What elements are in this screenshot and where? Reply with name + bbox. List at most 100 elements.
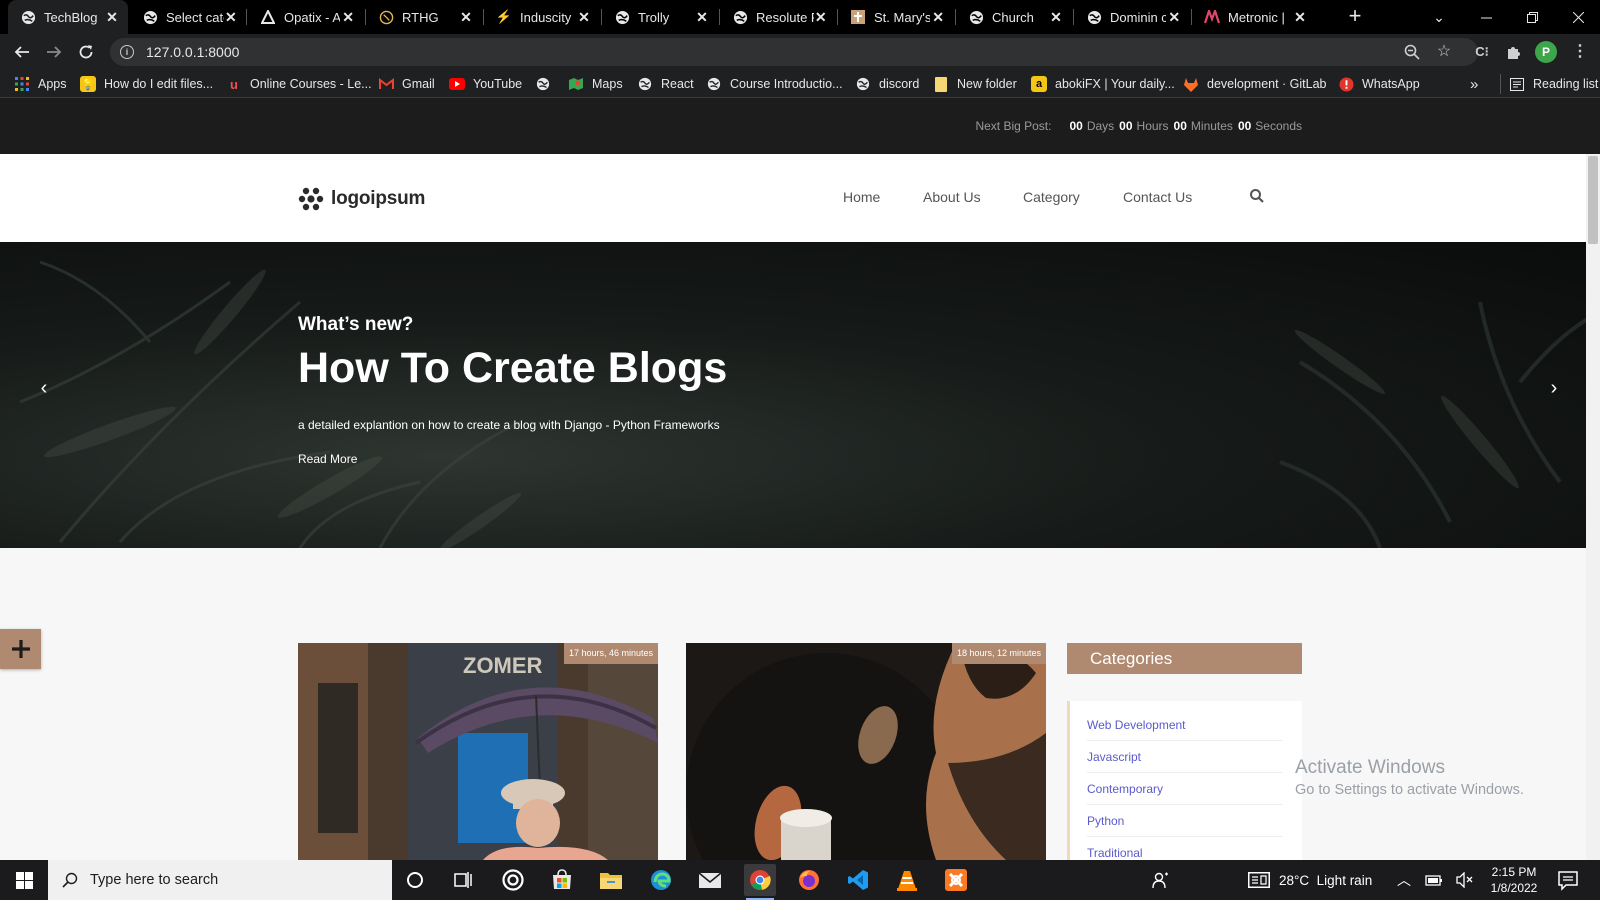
firefox-icon[interactable] <box>793 864 825 896</box>
extension-cs-icon[interactable]: C⁝ <box>1470 40 1494 64</box>
nav-contact-us[interactable]: Contact Us <box>1123 189 1192 205</box>
close-window-button[interactable] <box>1555 0 1600 34</box>
reload-icon[interactable] <box>74 40 98 64</box>
close-icon[interactable]: ✕ <box>814 9 828 26</box>
profile-avatar[interactable]: P <box>1535 41 1557 63</box>
bookmark-react[interactable]: React <box>637 74 694 94</box>
post-card[interactable]: ZOMER 17 hours, 46 minutes <box>298 643 658 860</box>
category-link[interactable]: Traditional <box>1087 837 1282 860</box>
nav-category[interactable]: Category <box>1023 189 1080 205</box>
site-logo[interactable]: logoipsum <box>298 186 425 212</box>
weather-widget[interactable]: 28°C Light rain <box>1248 860 1372 900</box>
tab-rthg[interactable]: RTHG ✕ <box>366 0 482 34</box>
close-icon[interactable]: ✕ <box>930 9 946 26</box>
taskbar-search-box[interactable]: Type here to search <box>48 860 392 900</box>
tab-techblog[interactable]: TechBlog ✕ <box>8 0 128 34</box>
bookmark-star-icon[interactable]: ☆ <box>1432 40 1456 64</box>
extensions-puzzle-icon[interactable] <box>1502 40 1526 64</box>
menu-kebab-icon[interactable]: ⋮ <box>1568 40 1592 64</box>
tab-title: Select cate <box>166 9 224 25</box>
task-view-icon[interactable] <box>448 864 480 896</box>
mail-icon[interactable] <box>694 864 726 896</box>
file-explorer-icon[interactable] <box>595 864 627 896</box>
edge-icon[interactable] <box>645 864 677 896</box>
category-link[interactable]: Web Development <box>1087 709 1282 741</box>
tab-opatix[interactable]: Opatix - A ✕ <box>248 0 364 34</box>
chevron-up-icon[interactable]: ︿ <box>1397 860 1411 900</box>
zoom-icon[interactable] <box>1400 40 1424 64</box>
close-icon[interactable]: ✕ <box>104 9 120 26</box>
vscode-icon[interactable] <box>842 864 874 896</box>
microsoft-store-icon[interactable] <box>546 864 578 896</box>
category-link[interactable]: Javascript <box>1087 741 1282 773</box>
bookmarks-overflow-button[interactable]: » <box>1470 74 1478 94</box>
bookmark-course-intro[interactable]: Course Introductio... <box>706 74 843 94</box>
bookmark-apps[interactable]: Apps <box>14 74 67 94</box>
nav-home[interactable]: Home <box>843 189 880 205</box>
taskbar-clock[interactable]: 2:15 PM 1/8/2022 <box>1486 864 1542 896</box>
tab-induscity[interactable]: ⚡ Induscity ✕ <box>484 0 600 34</box>
xampp-icon[interactable] <box>940 864 972 896</box>
floating-plus-button[interactable] <box>0 629 41 669</box>
tab-metronic[interactable]: Metronic | ✕ <box>1192 0 1316 34</box>
minimize-button[interactable] <box>1463 0 1509 34</box>
bookmark-label: YouTube <box>473 77 523 91</box>
volume-muted-icon[interactable] <box>1456 860 1474 900</box>
restore-button[interactable] <box>1509 0 1555 34</box>
back-arrow-icon[interactable] <box>10 40 34 64</box>
bookmark-udemy[interactable]: u Online Courses - Le... <box>226 74 372 94</box>
notifications-icon[interactable] <box>1557 869 1579 891</box>
address-bar[interactable]: i 127.0.0.1:8000 <box>110 38 1478 66</box>
bookmark-abokifx[interactable]: a abokiFX | Your daily... <box>1031 74 1175 94</box>
category-link[interactable]: Contemporary <box>1087 773 1282 805</box>
category-link[interactable]: Python <box>1087 805 1282 837</box>
close-icon[interactable]: ✕ <box>694 9 710 26</box>
app-circle-icon[interactable] <box>497 864 529 896</box>
hero-prev-arrow[interactable]: ‹ <box>34 377 54 400</box>
new-tab-button[interactable]: + <box>1343 5 1367 29</box>
forward-arrow-icon[interactable] <box>42 40 66 64</box>
start-button[interactable] <box>0 860 48 900</box>
close-icon[interactable]: ✕ <box>576 9 592 26</box>
battery-icon[interactable] <box>1425 860 1443 900</box>
bookmark-maps[interactable]: Maps <box>568 74 623 94</box>
bookmark-edit-files[interactable]: 💡 How do I edit files... <box>80 74 213 94</box>
reading-list-button[interactable]: Reading list <box>1500 74 1598 94</box>
search-icon[interactable] <box>1249 188 1265 204</box>
bookmark-gmail[interactable]: Gmail <box>378 74 435 94</box>
bookmark-new-folder[interactable]: New folder <box>933 74 1017 94</box>
categories-widget: Categories Web Development Javascript Co… <box>1067 643 1302 860</box>
close-icon[interactable]: ✕ <box>224 9 238 26</box>
tab-st-marys[interactable]: St. Mary's ✕ <box>838 0 954 34</box>
bookmark-whatsapp[interactable]: WhatsApp <box>1338 74 1420 94</box>
close-icon[interactable]: ✕ <box>1166 9 1182 26</box>
chrome-icon[interactable] <box>744 864 776 900</box>
scrollbar-thumb[interactable] <box>1588 156 1598 244</box>
close-icon[interactable]: ✕ <box>458 9 474 26</box>
tab-trolly[interactable]: Trolly ✕ <box>602 0 718 34</box>
bookmark-youtube[interactable]: YouTube <box>449 74 522 94</box>
bookmark-gitlab[interactable]: development · GitLab <box>1183 74 1327 94</box>
close-icon[interactable]: ✕ <box>340 9 356 26</box>
info-icon[interactable]: i <box>120 45 134 59</box>
bookmark-unnamed[interactable] <box>535 74 559 94</box>
categories-list: Web Development Javascript Contemporary … <box>1067 701 1302 860</box>
bookmark-discord[interactable]: discord <box>855 74 919 94</box>
people-icon[interactable] <box>1152 860 1170 900</box>
post-card[interactable]: 18 hours, 12 minutes <box>686 643 1046 860</box>
tab-search-chevron-icon[interactable]: ⌄ <box>1416 0 1462 34</box>
tab-church[interactable]: Church ✕ <box>956 0 1072 34</box>
nav-about-us[interactable]: About Us <box>923 189 981 205</box>
hero-next-arrow[interactable]: › <box>1544 377 1564 400</box>
vlc-icon[interactable] <box>891 864 923 896</box>
tab-resolute[interactable]: Resolute P ✕ <box>720 0 836 34</box>
tab-title: RTHG <box>402 9 439 25</box>
page-scrollbar[interactable] <box>1586 154 1600 860</box>
url-text[interactable]: 127.0.0.1:8000 <box>146 44 239 60</box>
tab-select-category[interactable]: Select cate ✕ <box>130 0 246 34</box>
close-icon[interactable]: ✕ <box>1292 9 1308 26</box>
tab-dominin[interactable]: Dominin c ✕ <box>1074 0 1190 34</box>
hero-read-more-link[interactable]: Read More <box>298 452 357 466</box>
cortana-icon[interactable] <box>399 864 431 896</box>
close-icon[interactable]: ✕ <box>1048 9 1064 26</box>
